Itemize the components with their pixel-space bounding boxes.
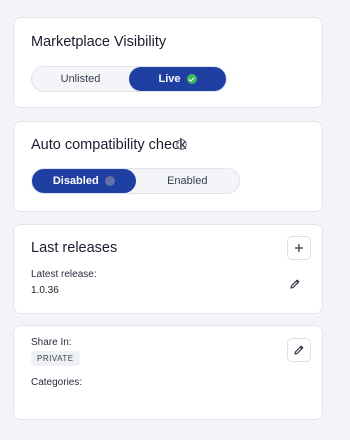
edit-release-button[interactable] — [288, 277, 302, 291]
share-in-label: Share In: — [31, 337, 72, 348]
marketplace-visibility-title: Marketplace Visibility — [31, 34, 167, 50]
check-circle-icon — [186, 74, 197, 84]
status-dot-icon — [104, 176, 115, 186]
plus-icon — [295, 244, 303, 252]
edit-share-button[interactable] — [287, 338, 311, 362]
marketplace-visibility-card: Marketplace Visibility Unlisted Live — [13, 17, 323, 108]
enabled-option[interactable]: Enabled — [136, 169, 240, 193]
share-visibility-badge: PRIVATE — [31, 351, 80, 366]
share-card: Share In: PRIVATE Categories: — [13, 325, 323, 420]
add-release-button[interactable] — [287, 236, 311, 260]
enabled-option-label: Enabled — [167, 175, 208, 187]
info-icon[interactable] — [176, 139, 187, 150]
last-releases-title: Last releases — [31, 240, 118, 256]
unlisted-option[interactable]: Unlisted — [32, 67, 129, 91]
disabled-option[interactable]: Disabled — [32, 169, 136, 193]
auto-compatibility-card: Auto compatibility check Disabled Enable… — [13, 121, 323, 212]
categories-label: Categories: — [31, 377, 83, 388]
marketplace-visibility-toggle: Unlisted Live — [31, 66, 227, 92]
auto-compatibility-title: Auto compatibility check — [31, 137, 187, 153]
auto-compatibility-toggle: Disabled Enabled — [31, 168, 240, 194]
pencil-icon — [290, 279, 300, 289]
disabled-option-label: Disabled — [52, 175, 99, 187]
pencil-icon — [294, 345, 304, 355]
unlisted-option-label: Unlisted — [60, 73, 101, 85]
last-releases-card: Last releases Latest release: 1.0.36 — [13, 224, 323, 314]
latest-release-value: 1.0.36 — [31, 285, 59, 296]
live-option-label: Live — [158, 73, 181, 85]
live-option[interactable]: Live — [129, 67, 226, 91]
latest-release-label: Latest release: — [31, 269, 97, 280]
